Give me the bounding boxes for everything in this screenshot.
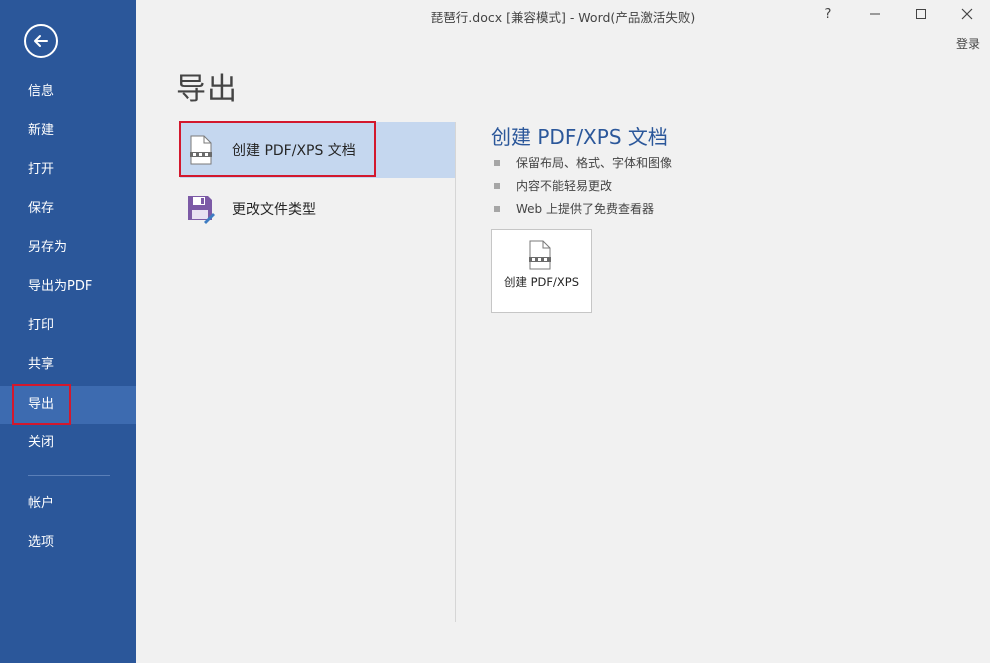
back-button[interactable] bbox=[24, 24, 58, 58]
pdf-document-icon bbox=[186, 135, 216, 165]
option-create-pdf-xps[interactable]: 创建 PDF/XPS 文档 bbox=[180, 122, 455, 178]
nav-print[interactable]: 打印 bbox=[0, 307, 136, 345]
feature-item: 保留布局、格式、字体和图像 bbox=[494, 151, 672, 174]
nav-export[interactable]: 导出 bbox=[0, 386, 136, 424]
panel-divider bbox=[455, 122, 456, 622]
minimize-icon bbox=[870, 13, 880, 15]
nav-save-as[interactable]: 另存为 bbox=[0, 229, 136, 267]
bullet-square-icon bbox=[494, 205, 500, 212]
feature-list: 保留布局、格式、字体和图像 内容不能轻易更改 Web 上提供了免费查看器 bbox=[494, 151, 672, 220]
feature-text: 保留布局、格式、字体和图像 bbox=[516, 155, 673, 170]
backstage-sidebar: 信息 新建 打开 保存 另存为 导出为PDF 打印 共享 导出 关闭 帐户 选项 bbox=[0, 0, 136, 663]
back-arrow-icon bbox=[34, 35, 48, 47]
nav-export-pdf[interactable]: 导出为PDF bbox=[0, 268, 136, 306]
detail-title: 创建 PDF/XPS 文档 bbox=[491, 125, 668, 149]
minimize-button[interactable] bbox=[861, 4, 889, 24]
option-label: 创建 PDF/XPS 文档 bbox=[232, 143, 356, 159]
feature-text: 内容不能轻易更改 bbox=[516, 178, 613, 193]
nav-account[interactable]: 帐户 bbox=[0, 485, 136, 523]
nav-open[interactable]: 打开 bbox=[0, 151, 136, 189]
create-button-label: 创建 PDF/XPS bbox=[503, 275, 580, 289]
bullet-square-icon bbox=[494, 159, 500, 166]
nav-save[interactable]: 保存 bbox=[0, 190, 136, 228]
feature-text: Web 上提供了免费查看器 bbox=[516, 201, 654, 216]
option-change-file-type[interactable]: 更改文件类型 bbox=[180, 181, 455, 237]
login-link[interactable]: 登录 bbox=[956, 35, 980, 52]
nav-options[interactable]: 选项 bbox=[0, 524, 136, 562]
feature-item: Web 上提供了免费查看器 bbox=[494, 197, 672, 220]
close-icon bbox=[961, 8, 973, 20]
nav-divider bbox=[28, 475, 110, 476]
page-title: 导出 bbox=[176, 72, 238, 107]
close-button[interactable] bbox=[953, 4, 981, 24]
maximize-icon bbox=[916, 9, 926, 19]
save-file-type-icon bbox=[186, 194, 216, 224]
nav-share[interactable]: 共享 bbox=[0, 346, 136, 384]
nav-new[interactable]: 新建 bbox=[0, 112, 136, 150]
maximize-button[interactable] bbox=[907, 4, 935, 24]
bullet-square-icon bbox=[494, 182, 500, 189]
nav-info[interactable]: 信息 bbox=[0, 73, 136, 111]
pdf-document-icon bbox=[527, 240, 557, 270]
help-button[interactable]: ? bbox=[814, 4, 842, 24]
nav-close[interactable]: 关闭 bbox=[0, 424, 136, 462]
create-pdf-xps-button[interactable]: 创建 PDF/XPS bbox=[491, 229, 592, 313]
option-label: 更改文件类型 bbox=[232, 202, 316, 218]
feature-item: 内容不能轻易更改 bbox=[494, 174, 672, 197]
